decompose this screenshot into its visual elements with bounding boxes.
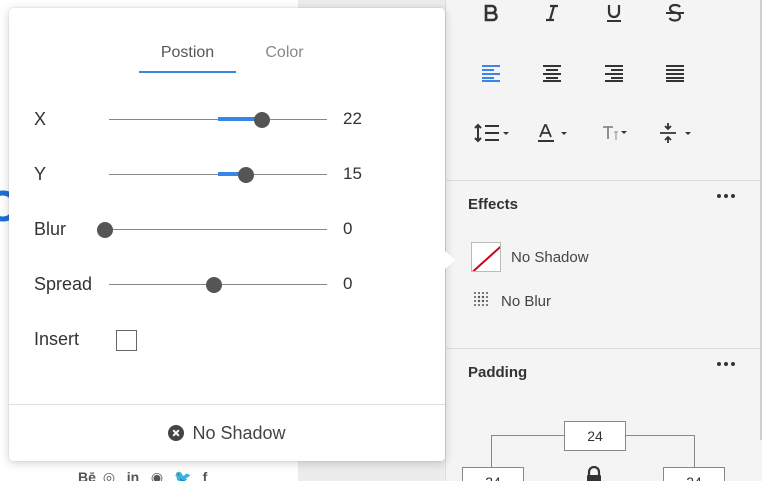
blur-track[interactable] <box>109 229 327 230</box>
no-shadow-button[interactable]: No Shadow <box>9 405 445 461</box>
blur-dots-icon <box>471 289 491 313</box>
insert-label: Insert <box>34 329 80 349</box>
shadow-effect-label: No Shadow <box>511 248 589 266</box>
social-icons-row: Bē ◎ in ◉ 🐦 f <box>78 469 212 481</box>
properties-panel: Effects No Shadow No Blur Padding 24 24 … <box>445 0 762 481</box>
italic-icon[interactable] <box>532 0 572 33</box>
padding-left-input[interactable]: 24 <box>462 467 524 481</box>
panel-divider <box>446 180 762 181</box>
padding-more-icon[interactable] <box>716 358 736 370</box>
padding-lock-icon[interactable] <box>585 465 603 481</box>
spread-value: 0 <box>343 274 353 293</box>
strikethrough-icon[interactable] <box>655 0 695 33</box>
x-offset-value: 22 <box>343 109 362 128</box>
no-shadow-button-label: No Shadow <box>192 422 286 443</box>
tab-color[interactable]: Color <box>236 38 333 73</box>
shadow-popover: Postion Color X 22 Y 15 Blur 0 Spread 0 … <box>9 8 455 461</box>
font-color-icon[interactable] <box>532 113 576 153</box>
x-offset-label: X <box>34 109 47 129</box>
close-circle-icon <box>168 425 185 441</box>
spread-label: Spread <box>34 274 93 294</box>
insert-row: Insert <box>9 325 445 355</box>
vertical-spacing-icon[interactable] <box>655 113 699 153</box>
blur-effect-item[interactable]: No Blur <box>471 285 551 317</box>
popover-arrow <box>445 251 455 269</box>
effects-section-title: Effects <box>468 196 519 213</box>
alignment-row <box>446 53 762 93</box>
text-format-row <box>446 0 762 33</box>
x-offset-thumb[interactable] <box>254 112 270 128</box>
insert-checkbox[interactable] <box>116 330 137 351</box>
padding-top-input[interactable]: 24 <box>564 421 626 451</box>
spread-thumb[interactable] <box>206 277 222 293</box>
shadow-effect-item[interactable]: No Shadow <box>471 241 589 273</box>
blur-row: Blur 0 <box>9 215 445 245</box>
linkedin-icon: in <box>126 469 140 481</box>
underline-icon[interactable] <box>594 0 634 33</box>
no-shadow-swatch-icon <box>471 242 501 272</box>
y-offset-value: 15 <box>343 164 362 183</box>
align-justify-icon[interactable] <box>655 53 695 93</box>
blur-value: 0 <box>343 219 353 238</box>
text-style-row <box>446 113 762 153</box>
behance-icon: Bē <box>78 469 96 481</box>
align-right-icon[interactable] <box>594 53 634 93</box>
tab-position[interactable]: Postion <box>139 38 236 73</box>
text-size-icon[interactable] <box>594 113 638 153</box>
panel-divider <box>446 348 762 349</box>
blur-label: Blur <box>34 219 67 239</box>
padding-section-title: Padding <box>468 364 528 381</box>
blur-thumb[interactable] <box>97 222 113 238</box>
line-height-icon[interactable] <box>471 113 515 153</box>
padding-right-input[interactable]: 24 <box>663 467 725 481</box>
x-offset-row: X 22 <box>9 105 445 135</box>
blur-effect-label: No Blur <box>501 292 552 310</box>
align-left-icon[interactable] <box>471 53 511 93</box>
facebook-icon: f <box>202 469 208 481</box>
twitter-icon: 🐦 <box>174 469 192 481</box>
popover-tabs: Postion Color <box>139 38 333 73</box>
align-center-icon[interactable] <box>532 53 572 93</box>
effects-more-icon[interactable] <box>716 190 736 202</box>
whatsapp-icon: ◉ <box>150 469 164 481</box>
spread-row: Spread 0 <box>9 270 445 300</box>
y-offset-row: Y 15 <box>9 160 445 190</box>
instagram-icon: ◎ <box>102 469 116 481</box>
bold-icon[interactable] <box>471 0 511 33</box>
y-offset-label: Y <box>34 164 47 184</box>
y-offset-thumb[interactable] <box>238 167 254 183</box>
